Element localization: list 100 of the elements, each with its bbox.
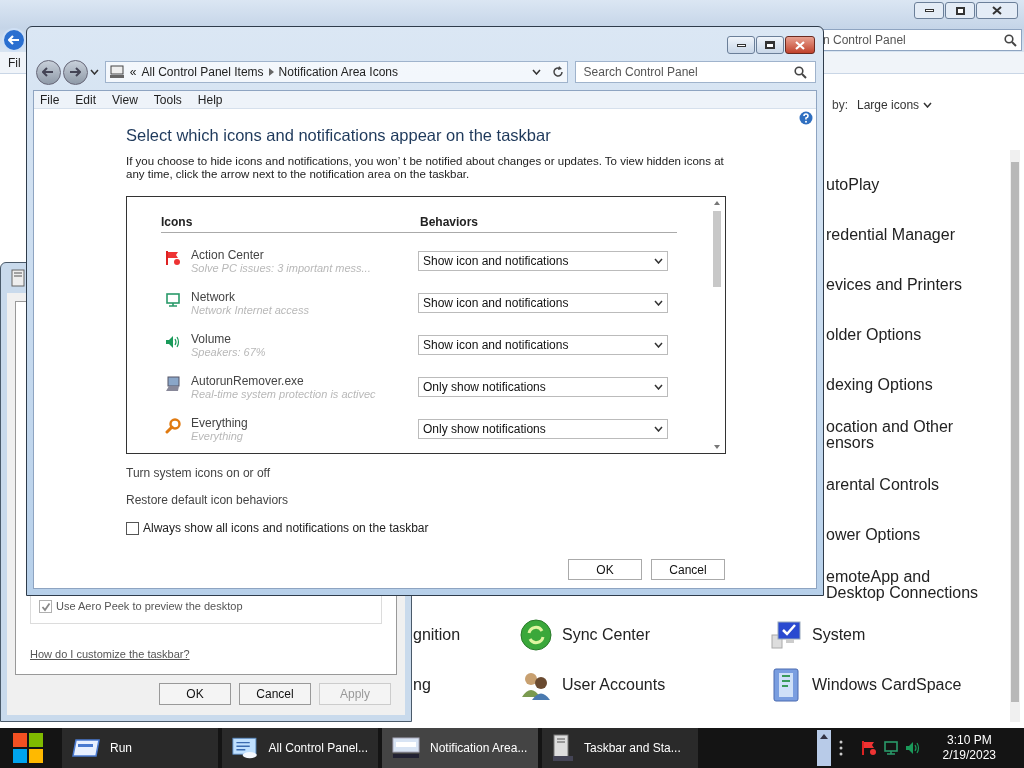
minimize-button[interactable] [727, 36, 755, 54]
behavior-dropdown[interactable]: Only show notifications [418, 377, 668, 397]
behavior-dropdown[interactable]: Show icon and notifications [418, 293, 668, 313]
icon-detail: Everything [191, 430, 244, 442]
menu-item[interactable]: File [40, 90, 60, 109]
scroll-thumb[interactable] [713, 211, 721, 287]
breadcrumb-arrow-icon [268, 68, 274, 76]
control-panel-item[interactable]: evices and Printers [826, 277, 963, 293]
window-icon [392, 737, 420, 759]
caret-icon [654, 258, 663, 264]
search-icon [1004, 33, 1017, 47]
breadcrumb[interactable]: Notification Area Icons [278, 63, 398, 81]
run-icon [72, 738, 100, 758]
maximize-button[interactable] [756, 36, 784, 54]
forward-button[interactable] [62, 59, 88, 85]
icon-name: AutorunRemover.exe [191, 375, 305, 388]
refresh-icon [551, 66, 564, 78]
clock-date: 2/19/2023 [942, 748, 996, 763]
scrollbar[interactable] [1010, 150, 1020, 722]
cardspace-icon [773, 668, 799, 702]
address-bar[interactable]: « All Control Panel Items Notification Area Icons [104, 61, 568, 83]
close-icon [992, 6, 1002, 15]
search-field[interactable]: Search Control Panel [574, 61, 816, 83]
speaker-icon [165, 334, 181, 350]
help-icon [799, 111, 813, 125]
close-button[interactable] [976, 2, 1018, 19]
close-button[interactable] [785, 36, 815, 54]
menu-item[interactable]: Tools [153, 90, 182, 109]
window-icon [11, 269, 25, 287]
dialog-button[interactable]: OK [568, 559, 642, 580]
control-panel-item[interactable]: User Accounts [562, 673, 666, 697]
icon-name: Everything [191, 417, 248, 430]
control-panel-item[interactable]: redential Manager [826, 227, 955, 243]
flag-icon [860, 740, 877, 756]
view-by-dropdown[interactable]: Large icons [857, 96, 933, 114]
menu-item[interactable]: Fil [8, 53, 21, 72]
caret-icon [654, 384, 663, 390]
control-panel-item[interactable]: older Options [826, 327, 922, 343]
control-panel-item[interactable]: Sync Center [562, 623, 651, 647]
computer-icon [108, 65, 125, 79]
dots-icon [838, 740, 843, 756]
view-by-label: by: [832, 97, 848, 114]
control-panel-item[interactable]: ower Options [826, 527, 921, 543]
up-arrow-icon [819, 734, 828, 739]
checkbox[interactable] [126, 521, 139, 535]
back-button[interactable] [36, 59, 61, 85]
scrollbar[interactable] [711, 201, 723, 449]
control-panel-item[interactable]: arental Controls [826, 477, 939, 493]
minimize-button[interactable] [914, 2, 944, 19]
control-panel-item[interactable]: gnition [413, 623, 461, 647]
dialog-button[interactable]: Cancel [651, 559, 725, 580]
icon-detail: Solve PC issues: 3 important mess... [191, 262, 371, 274]
restore-button[interactable] [945, 2, 975, 19]
behavior-dropdown[interactable]: Show icon and notifications [418, 335, 668, 355]
breadcrumb[interactable]: All Control Panel Items [141, 63, 264, 81]
tower-icon [552, 734, 574, 762]
link[interactable]: Turn system icons on or off [126, 464, 816, 482]
heading: Select which icons and notifications appear on the taskbar [126, 125, 552, 145]
icon-name: Action Center [191, 249, 265, 262]
magnifier-icon [165, 418, 181, 434]
dialog-button[interactable]: Cancel [239, 683, 311, 705]
sync-icon [520, 619, 552, 651]
control-panel-item[interactable]: emoteApp and Desktop Connections [826, 569, 979, 601]
taskbar-button[interactable]: All Control Panel... [222, 728, 378, 768]
address-prefix: « [129, 64, 137, 81]
taskbar-button[interactable]: Taskbar and Sta... [542, 728, 698, 768]
control-panel-icon [232, 736, 259, 760]
close-icon [795, 40, 805, 50]
control-panel-item[interactable]: utoPlay [826, 177, 880, 193]
caret-icon [654, 342, 663, 348]
flag-icon [165, 250, 181, 266]
monitor-icon [882, 740, 899, 756]
menu-item[interactable]: Edit [75, 90, 97, 109]
monitor-check-icon [770, 619, 802, 651]
menu-item[interactable]: View [112, 90, 138, 109]
icon-name: Network [191, 291, 236, 304]
help-link[interactable]: How do I customize the taskbar? [30, 645, 382, 662]
taskbar-button[interactable]: Notification Area... [382, 728, 538, 768]
control-panel-item[interactable]: Windows CardSpace [812, 677, 962, 693]
scroll-down-icon [714, 445, 720, 449]
search-icon [794, 65, 807, 79]
control-panel-item[interactable]: ng [413, 673, 431, 697]
menu-item[interactable]: Help [197, 90, 223, 109]
column-header: Icons [161, 214, 194, 231]
control-panel-item[interactable]: System [812, 627, 866, 643]
checkbox[interactable] [39, 600, 52, 613]
icon-detail: Real-time system protection is activec [191, 388, 376, 400]
taskbar-button[interactable]: Run [62, 728, 218, 768]
control-panel-item[interactable]: dexing Options [826, 377, 933, 393]
caret-icon [654, 426, 663, 432]
clock-time: 3:10 PM [946, 733, 992, 748]
control-panel-item[interactable]: ocation and Other ensors [826, 419, 954, 451]
arrow-left-icon [42, 67, 55, 77]
behavior-dropdown[interactable]: Show icon and notifications [418, 251, 668, 271]
behavior-dropdown[interactable]: Only show notifications [418, 419, 668, 439]
show-hidden-icons-button[interactable] [816, 730, 831, 766]
icon-name: Volume [191, 333, 233, 346]
link[interactable]: Restore default icon behaviors [126, 491, 816, 509]
scroll-up-icon [714, 201, 720, 205]
dialog-button[interactable]: OK [159, 683, 231, 705]
